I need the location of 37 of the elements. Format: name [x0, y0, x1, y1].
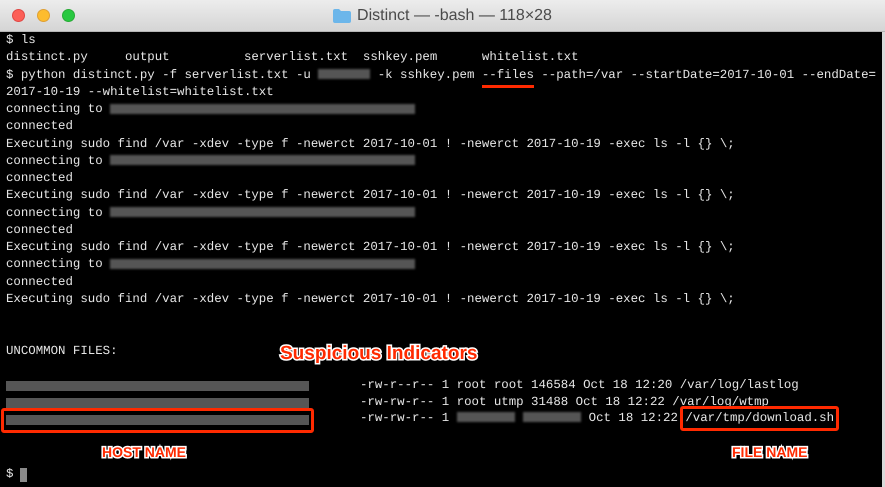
prompt: $ — [6, 466, 14, 484]
terminal-text: connecting to — [6, 257, 104, 272]
terminal-text: --files — [482, 66, 534, 88]
window-title: Distinct — -bash — 118×28 — [357, 6, 552, 26]
minimize-button[interactable] — [37, 9, 50, 22]
terminal-text: Oct 18 12:22 — [588, 410, 679, 425]
section-heading: UNCOMMON FILES: — [6, 344, 118, 358]
terminal-text: /var/tmp/download.sh — [680, 406, 840, 431]
annotation-label: HOST NAME — [102, 443, 186, 462]
terminal-text: --path=/var --startDate=2017-10-01 --endDate= — [540, 68, 876, 82]
blurred-text — [522, 412, 581, 422]
terminal-text: Executing sudo find /var -xdev -type f -newerct 2017-10-01 ! -newerct 2017-10-19 -exec ls -l {} \; — [6, 188, 735, 202]
terminal-text: 2017-10-19 --whitelist=whitelist.txt — [6, 84, 274, 99]
terminal-text: Executing sudo find /var -xdev -type f -newerct 2017-10-01 ! -newerct 2017-10-19 -exec ls -l {} \; — [6, 136, 735, 150]
terminal-text: -k sshkey.pem — [376, 68, 476, 82]
terminal-text: $ python distinct.py -f serverlist.txt -u — [6, 68, 312, 82]
terminal-text: distinct.py output serverlist.txt sshkey.pem whitelist.txt — [6, 50, 579, 64]
terminal-text: connected — [6, 171, 73, 185]
terminal-text: connecting to — [6, 102, 104, 116]
terminal-text: Executing sudo find /var -xdev -type f -newerct 2017-10-01 ! -newerct 2017-10-19 -exec ls -l {} \; — [6, 292, 735, 306]
annotation-label: FILE NAME — [732, 443, 808, 462]
folder-icon — [333, 9, 352, 23]
terminal-text: connected — [6, 274, 73, 288]
terminal-text: Executing sudo find /var -xdev -type f -newerct 2017-10-01 ! -newerct 2017-10-19 -exec ls -l {} \; — [6, 240, 735, 254]
terminal-text: -rw-r--r-- 1 root root 146584 Oct 18 12:20 /var/log/lastlog — [360, 378, 799, 392]
terminal-text: connecting to — [6, 206, 104, 220]
terminal-text: $ ls — [6, 33, 36, 47]
blurred-text — [456, 412, 515, 422]
terminal-text: connecting to — [6, 154, 104, 168]
close-button[interactable] — [12, 9, 25, 22]
cursor — [20, 468, 28, 482]
terminal-text: -rw-rw-r-- 1 — [360, 410, 450, 425]
terminal-text: connected — [6, 222, 73, 237]
maximize-button[interactable] — [62, 9, 75, 22]
terminal-text: connected — [6, 119, 73, 134]
annotation-title: Suspicious Indicators — [280, 342, 478, 366]
blurred-text — [318, 69, 370, 80]
